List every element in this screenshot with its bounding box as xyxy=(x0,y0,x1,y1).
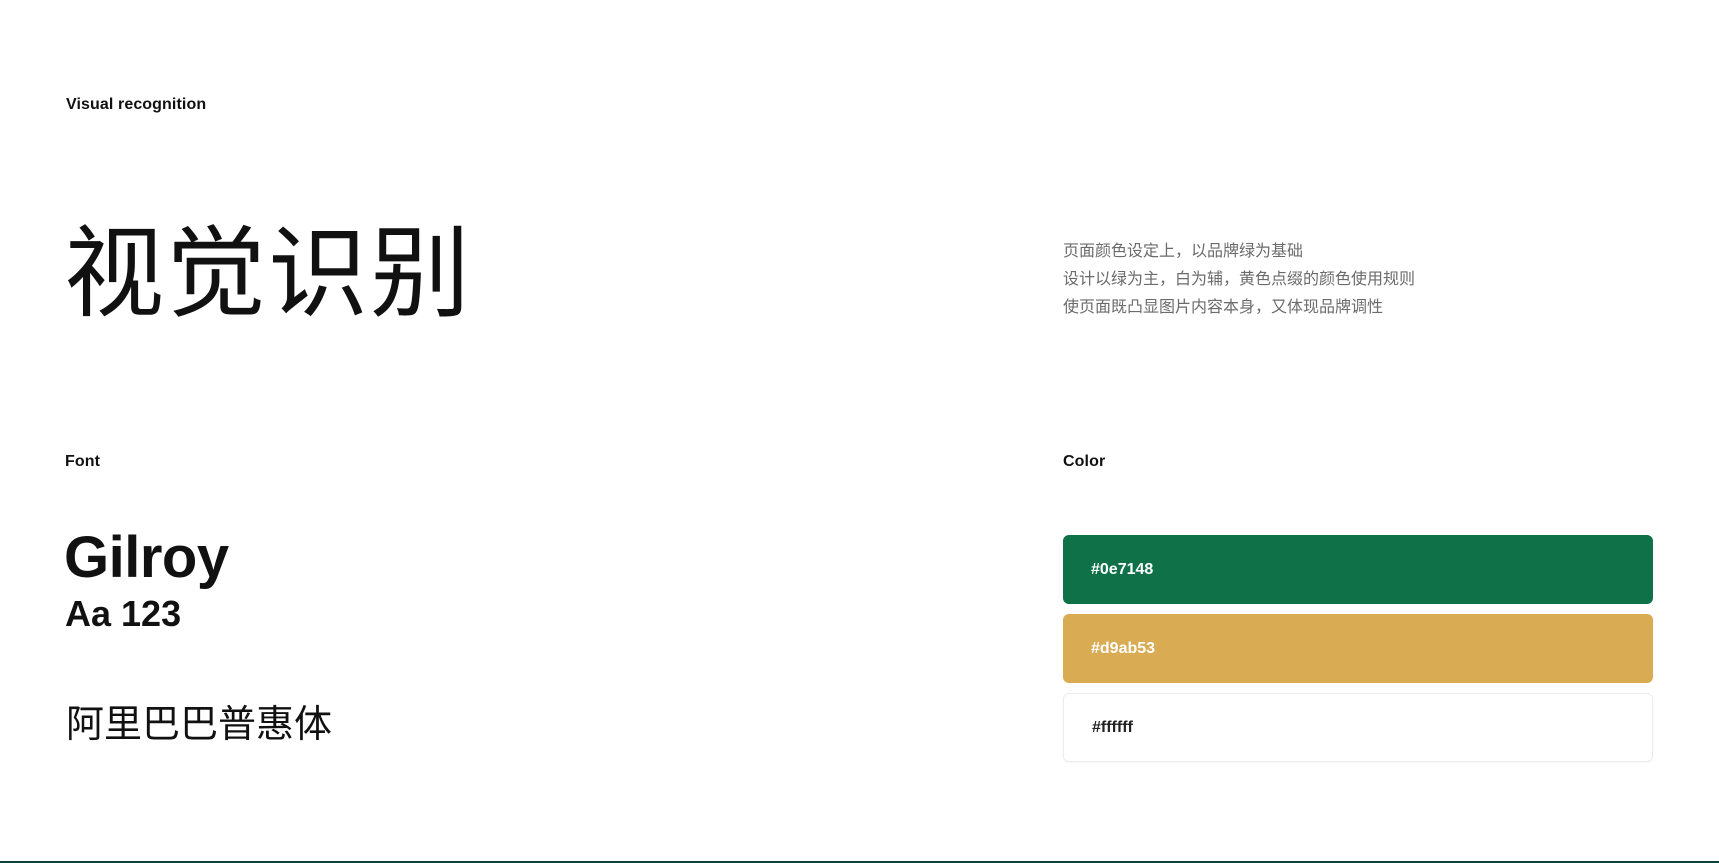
font-name: Gilroy xyxy=(64,525,229,590)
intro-line: 页面颜色设定上，以品牌绿为基础 xyxy=(1063,243,1304,260)
color-swatch-green: #0e7148 xyxy=(1063,535,1653,604)
font-sample: Aa 123 xyxy=(65,593,182,634)
color-swatch-yellow: #d9ab53 xyxy=(1063,614,1653,683)
chinese-font-name: 阿里巴巴普惠体 xyxy=(66,704,333,746)
intro-line: 使页面既凸显图片内容本身，又体现品牌调性 xyxy=(1063,299,1384,316)
swatch-hex-label: #d9ab53 xyxy=(1091,639,1156,657)
font-section-label: Font xyxy=(65,453,101,470)
page-title: 视觉识别 xyxy=(64,218,472,330)
intro-line: 设计以绿为主，白为辅，黄色点缀的颜色使用规则 xyxy=(1063,271,1416,288)
swatch-hex-label: #0e7148 xyxy=(1091,560,1154,578)
color-swatch-white: #ffffff xyxy=(1063,693,1653,762)
section-eyebrow: Visual recognition xyxy=(66,96,207,113)
swatch-hex-label: #ffffff xyxy=(1092,718,1133,736)
intro-text: 页面颜色设定上，以品牌绿为基础 设计以绿为主，白为辅，黄色点缀的颜色使用规则 使… xyxy=(1063,238,1543,322)
color-section-label: Color xyxy=(1063,453,1106,470)
